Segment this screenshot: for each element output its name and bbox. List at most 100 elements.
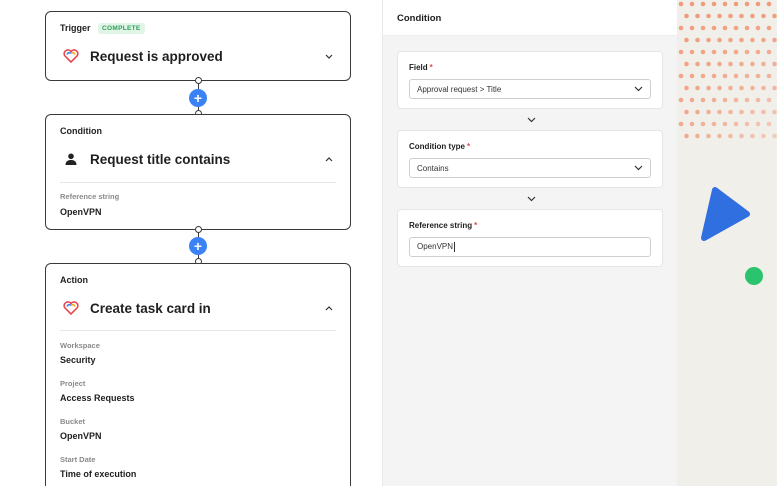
decorative-dot bbox=[761, 85, 766, 91]
decorative-dot bbox=[733, 97, 739, 103]
decorative-dot bbox=[744, 1, 750, 7]
decorative-dot bbox=[711, 1, 717, 7]
decorative-dot bbox=[766, 97, 772, 103]
decorative-dot bbox=[750, 133, 755, 139]
decorative-dot bbox=[755, 1, 761, 7]
divider bbox=[60, 330, 336, 331]
decorative-dot bbox=[761, 37, 766, 43]
reference-string-input[interactable]: OpenVPN bbox=[409, 237, 651, 257]
chevron-down-icon bbox=[634, 85, 643, 94]
divider bbox=[60, 182, 336, 183]
decorative-dot bbox=[772, 61, 777, 67]
decorative-dot bbox=[761, 109, 766, 115]
decorative-dot bbox=[711, 73, 717, 79]
decorative-circle bbox=[745, 267, 763, 285]
decorative-dot bbox=[739, 109, 744, 115]
decorative-dot bbox=[755, 121, 761, 127]
step-chevron-icon bbox=[525, 115, 537, 125]
decorative-dot bbox=[722, 73, 728, 79]
decorative-dot bbox=[728, 13, 733, 19]
reference-string-card: Reference string * OpenVPN bbox=[397, 209, 663, 267]
condition-type-select-value: Contains bbox=[417, 163, 449, 173]
decorative-dot bbox=[689, 1, 695, 7]
decorative-dot bbox=[733, 1, 739, 7]
trigger-title: Request is approved bbox=[90, 48, 223, 64]
chevron-up-icon[interactable] bbox=[322, 152, 336, 166]
decorative-background bbox=[677, 0, 777, 486]
decorative-dot bbox=[678, 121, 684, 127]
decorative-dot bbox=[689, 97, 695, 103]
decorative-dot bbox=[684, 61, 689, 67]
decorative-dot bbox=[739, 37, 744, 43]
workspace-label: Workspace bbox=[60, 341, 100, 350]
field-label: Field * bbox=[409, 63, 433, 72]
decorative-dot bbox=[733, 25, 739, 31]
chevron-down-icon[interactable] bbox=[322, 49, 336, 63]
project-label: Project bbox=[60, 379, 86, 388]
bucket-value: OpenVPN bbox=[60, 431, 102, 441]
action-card[interactable]: Action Create task card in Workspace Sec… bbox=[45, 263, 351, 486]
condition-title: Request title contains bbox=[90, 151, 231, 167]
decorative-dot bbox=[678, 73, 684, 79]
decorative-dot bbox=[766, 25, 772, 31]
decorative-dot bbox=[700, 1, 706, 7]
heart-logo-icon bbox=[60, 45, 82, 67]
trigger-title-row[interactable]: Request is approved bbox=[60, 45, 336, 67]
decorative-dot bbox=[739, 133, 744, 139]
decorative-dot bbox=[744, 49, 750, 55]
decorative-dot bbox=[755, 25, 761, 31]
decorative-dot bbox=[706, 133, 711, 139]
field-select[interactable]: Approval request > Title bbox=[409, 79, 651, 99]
action-title-row[interactable]: Create task card in bbox=[60, 297, 336, 319]
status-badge: COMPLETE bbox=[98, 23, 145, 34]
condition-title-row[interactable]: Request title contains bbox=[60, 148, 336, 170]
decorative-dot bbox=[744, 73, 750, 79]
decorative-dot bbox=[684, 13, 689, 19]
condition-card[interactable]: Condition Request title contains Referen… bbox=[45, 114, 351, 230]
reference-string-field-label: Reference string * bbox=[409, 221, 478, 230]
decorative-dot bbox=[739, 85, 744, 91]
decorative-dot bbox=[761, 13, 766, 19]
decorative-dot bbox=[761, 133, 766, 139]
decorative-dot bbox=[750, 109, 755, 115]
decorative-dots bbox=[678, 1, 777, 139]
add-step-button[interactable]: + bbox=[189, 89, 207, 107]
start-date-value: Time of execution bbox=[60, 469, 137, 479]
decorative-dot bbox=[728, 133, 733, 139]
decorative-dot bbox=[700, 97, 706, 103]
step-chevron-icon bbox=[525, 194, 537, 204]
trigger-kind-label: Trigger bbox=[60, 23, 91, 33]
decorative-dot bbox=[722, 25, 728, 31]
condition-type-select[interactable]: Contains bbox=[409, 158, 651, 178]
chevron-up-icon[interactable] bbox=[322, 301, 336, 315]
text-cursor bbox=[454, 242, 456, 252]
workflow-canvas: Trigger COMPLETE Request is approved + C… bbox=[0, 0, 382, 486]
field-card: Field * Approval request > Title bbox=[397, 51, 663, 109]
decorative-dot bbox=[750, 37, 755, 43]
decorative-triangle bbox=[701, 187, 750, 241]
action-title: Create task card in bbox=[90, 300, 211, 316]
action-kind-label: Action bbox=[60, 275, 88, 285]
decorative-dot bbox=[700, 49, 706, 55]
decorative-dot bbox=[678, 97, 684, 103]
decorative-dot bbox=[717, 13, 722, 19]
decorative-dot bbox=[755, 73, 761, 79]
decorative-dot bbox=[695, 13, 700, 19]
trigger-card[interactable]: Trigger COMPLETE Request is approved bbox=[45, 11, 351, 81]
add-step-button[interactable]: + bbox=[189, 237, 207, 255]
decorative-dot bbox=[695, 37, 700, 43]
project-value: Access Requests bbox=[60, 393, 135, 403]
decorative-dot bbox=[733, 49, 739, 55]
decorative-dot bbox=[722, 1, 728, 7]
decorative-dot bbox=[678, 1, 684, 7]
decorative-dot bbox=[717, 37, 722, 43]
decorative-dot bbox=[695, 133, 700, 139]
decorative-dot bbox=[728, 61, 733, 67]
reference-string-input-value: OpenVPN bbox=[417, 242, 454, 252]
decorative-dot bbox=[700, 25, 706, 31]
decorative-dot bbox=[766, 49, 772, 55]
reference-string-value: OpenVPN bbox=[60, 207, 102, 217]
decorative-dot bbox=[717, 85, 722, 91]
decorative-dot bbox=[766, 1, 772, 7]
connector-dot bbox=[194, 226, 202, 233]
